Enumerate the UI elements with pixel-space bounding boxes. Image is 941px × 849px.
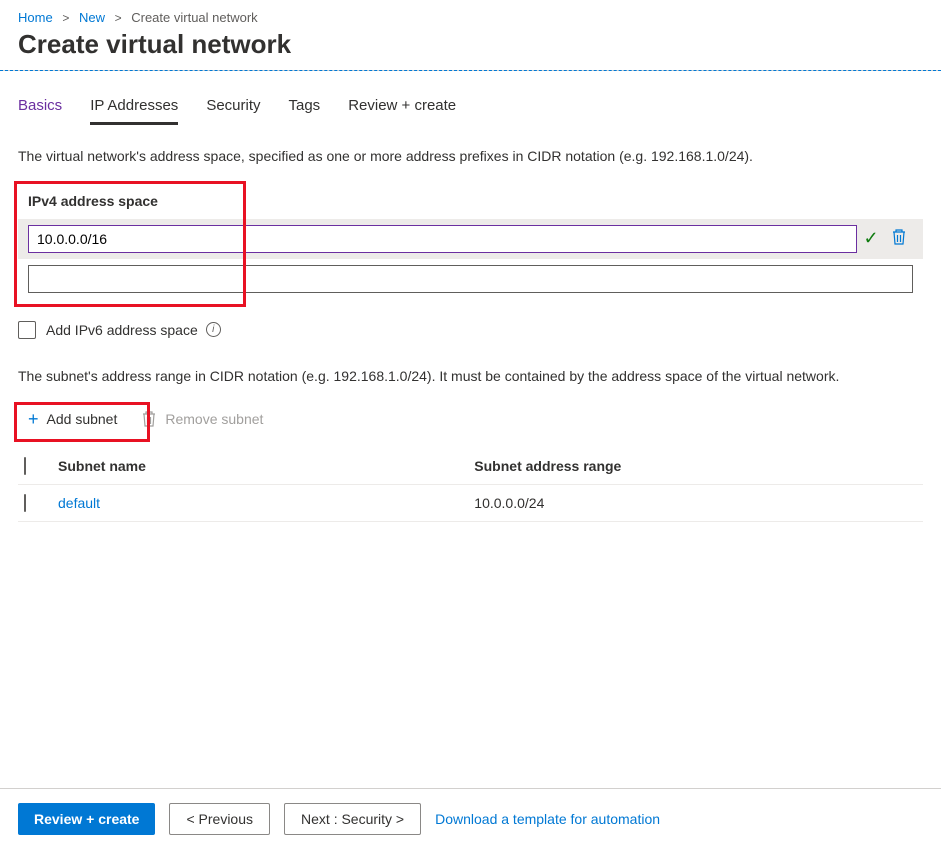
- ipv6-checkbox-label: Add IPv6 address space: [46, 322, 198, 338]
- ipv4-address-input-empty[interactable]: [28, 265, 913, 293]
- breadcrumb-current: Create virtual network: [131, 10, 257, 25]
- download-template-link[interactable]: Download a template for automation: [435, 811, 660, 827]
- ipv4-address-input[interactable]: [28, 225, 857, 253]
- tab-tags[interactable]: Tags: [289, 91, 321, 125]
- tab-ip-addresses[interactable]: IP Addresses: [90, 91, 178, 125]
- subnet-col-range: Subnet address range: [468, 448, 923, 485]
- main-content: Basics IP Addresses Security Tags Review…: [0, 71, 941, 788]
- remove-subnet-button: Remove subnet: [141, 410, 263, 428]
- delete-ipv4-button[interactable]: [885, 228, 913, 249]
- add-subnet-label: Add subnet: [47, 411, 118, 427]
- breadcrumb: Home > New > Create virtual network: [0, 0, 941, 29]
- ipv4-description: The virtual network's address space, spe…: [18, 147, 923, 167]
- next-button[interactable]: Next : Security >: [284, 803, 421, 835]
- trash-icon: [891, 228, 907, 246]
- checkmark-icon: ✓: [857, 228, 885, 249]
- ipv6-checkbox-row: Add IPv6 address space i: [18, 305, 923, 343]
- ipv4-row-filled: ✓: [18, 219, 923, 259]
- chevron-right-icon: >: [115, 11, 122, 25]
- subnet-toolbar: + Add subnet Remove subnet: [18, 404, 923, 434]
- trash-icon-disabled: [141, 410, 157, 428]
- tab-basics[interactable]: Basics: [18, 91, 62, 125]
- chevron-right-icon: >: [62, 11, 69, 25]
- ipv4-row-empty: [18, 259, 923, 299]
- remove-subnet-label: Remove subnet: [165, 411, 263, 427]
- subnet-description: The subnet's address range in CIDR notat…: [18, 367, 923, 387]
- tab-bar: Basics IP Addresses Security Tags Review…: [18, 91, 923, 125]
- plus-icon: +: [28, 410, 39, 428]
- tab-security[interactable]: Security: [206, 91, 260, 125]
- subnet-section: + Add subnet Remove subnet Subnet name S…: [18, 404, 923, 522]
- ipv4-heading: IPv4 address space: [18, 183, 923, 219]
- subnet-col-name: Subnet name: [52, 448, 468, 485]
- subnet-table: Subnet name Subnet address range default…: [18, 448, 923, 522]
- page-title: Create virtual network: [0, 29, 941, 70]
- info-icon[interactable]: i: [206, 322, 221, 337]
- tab-review-create[interactable]: Review + create: [348, 91, 456, 125]
- add-subnet-button[interactable]: + Add subnet: [18, 404, 127, 434]
- previous-button[interactable]: < Previous: [169, 803, 270, 835]
- breadcrumb-new[interactable]: New: [79, 10, 105, 25]
- footer: Review + create < Previous Next : Securi…: [0, 788, 941, 849]
- ipv6-checkbox[interactable]: [18, 321, 36, 339]
- ipv4-address-space-section: IPv4 address space ✓: [18, 183, 923, 299]
- table-row: default 10.0.0.0/24: [18, 485, 923, 522]
- review-create-button[interactable]: Review + create: [18, 803, 155, 835]
- breadcrumb-home[interactable]: Home: [18, 10, 53, 25]
- subnet-row-checkbox[interactable]: [24, 494, 26, 512]
- subnet-select-all-checkbox[interactable]: [24, 457, 26, 475]
- subnet-name-link[interactable]: default: [58, 495, 100, 511]
- subnet-range-cell: 10.0.0.0/24: [468, 485, 923, 522]
